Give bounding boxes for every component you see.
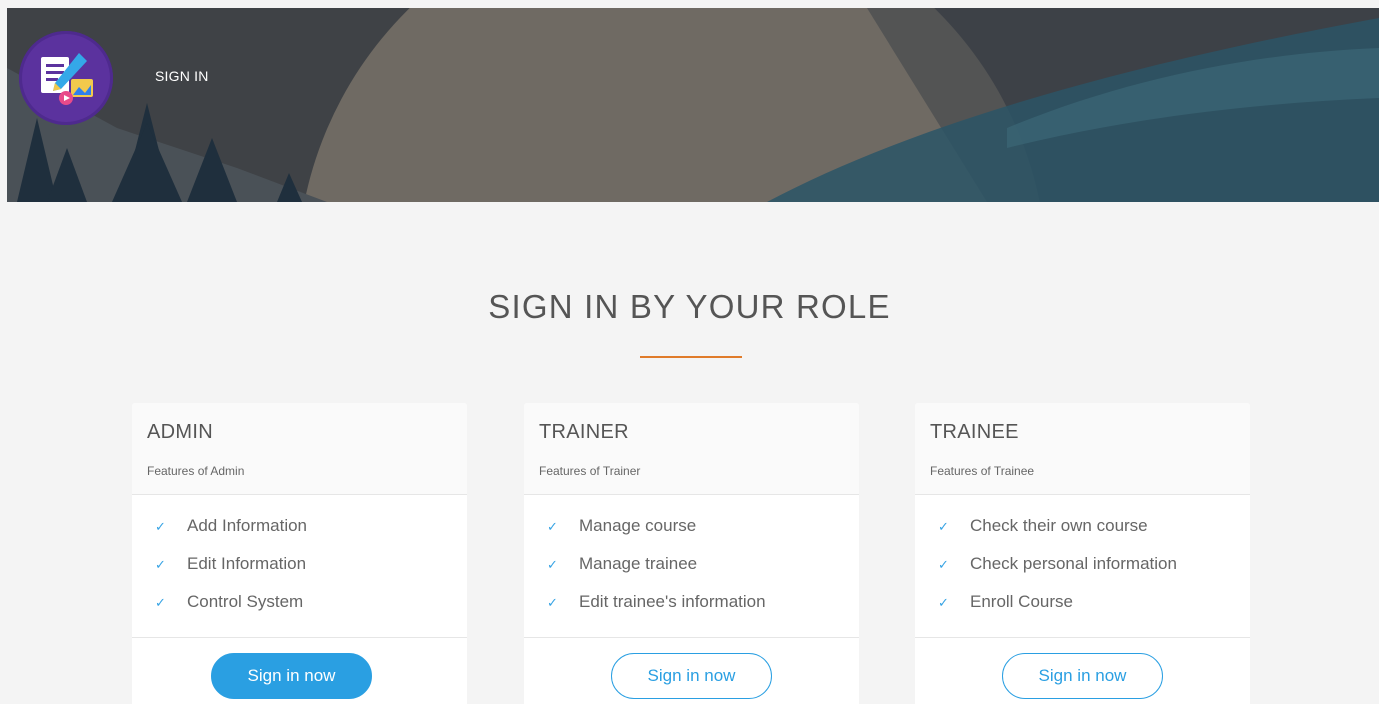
check-icon: ✓ <box>938 595 949 610</box>
feature-label: Edit Information <box>187 554 307 573</box>
check-icon: ✓ <box>547 557 558 572</box>
feature-item: ✓ Edit Information <box>155 554 307 592</box>
feature-item: ✓ Enroll Course <box>938 592 1177 630</box>
card-divider <box>132 637 467 638</box>
card-divider <box>524 637 859 638</box>
check-icon: ✓ <box>547 595 558 610</box>
card-subtitle: Features of Trainee <box>930 464 1035 478</box>
card-subtitle: Features of Admin <box>147 464 245 478</box>
title-underline <box>640 356 742 358</box>
feature-list: ✓ Manage course ✓ Manage trainee ✓ Edit tra… <box>547 516 766 630</box>
hero-banner: SIGN IN <box>7 8 1379 202</box>
app-logo[interactable] <box>19 31 113 125</box>
card-divider <box>915 637 1250 638</box>
feature-label: Check personal information <box>970 554 1177 573</box>
check-icon: ✓ <box>547 519 558 534</box>
feature-label: Control System <box>187 592 304 611</box>
feature-item: ✓ Manage trainee <box>547 554 766 592</box>
card-title: TRAINEE <box>930 421 1019 443</box>
section-title: SIGN IN BY YOUR ROLE <box>488 288 891 325</box>
card-title: TRAINER <box>539 421 629 443</box>
feature-label: Enroll Course <box>970 592 1073 611</box>
card-header: ADMIN Features of Admin <box>132 403 467 495</box>
check-icon: ✓ <box>155 519 166 534</box>
feature-label: Manage course <box>579 516 697 535</box>
admin-sign-in-button[interactable]: Sign in now <box>211 653 372 699</box>
feature-item: ✓ Check personal information <box>938 554 1177 592</box>
feature-item: ✓ Check their own course <box>938 516 1177 554</box>
trainer-sign-in-button[interactable]: Sign in now <box>611 653 772 699</box>
feature-item: ✓ Control System <box>155 592 307 630</box>
card-header: TRAINEE Features of Trainee <box>915 403 1250 495</box>
nav-signin-link[interactable]: SIGN IN <box>155 68 209 84</box>
role-card-admin: ADMIN Features of Admin ✓ Add Information… <box>132 403 467 704</box>
feature-label: Manage trainee <box>579 554 698 573</box>
check-icon: ✓ <box>155 595 166 610</box>
feature-list: ✓ Add Information ✓ Edit Information ✓ Cont… <box>155 516 307 630</box>
feature-label: Edit trainee's information <box>579 592 766 611</box>
feature-item: ✓ Add Information <box>155 516 307 554</box>
logo-icon <box>19 31 113 125</box>
check-icon: ✓ <box>155 557 166 572</box>
page: SIGN IN SIGN IN BY YOUR ROLE ADMIN Featu… <box>0 0 1379 704</box>
feature-item: ✓ Manage course <box>547 516 766 554</box>
feature-item: ✓ Edit trainee's information <box>547 592 766 630</box>
role-card-trainer: TRAINER Features of Trainer ✓ Manage cour… <box>524 403 859 704</box>
feature-label: Add Information <box>187 516 308 535</box>
hero-background-illustration <box>7 8 1379 202</box>
card-header: TRAINER Features of Trainer <box>524 403 859 495</box>
card-subtitle: Features of Trainer <box>539 464 641 478</box>
trainee-sign-in-button[interactable]: Sign in now <box>1002 653 1163 699</box>
check-icon: ✓ <box>938 557 949 572</box>
card-title: ADMIN <box>147 421 213 443</box>
feature-label: Check their own course <box>970 516 1148 535</box>
feature-list: ✓ Check their own course ✓ Check personal … <box>938 516 1177 630</box>
role-card-trainee: TRAINEE Features of Trainee ✓ Check their… <box>915 403 1250 704</box>
check-icon: ✓ <box>938 519 949 534</box>
